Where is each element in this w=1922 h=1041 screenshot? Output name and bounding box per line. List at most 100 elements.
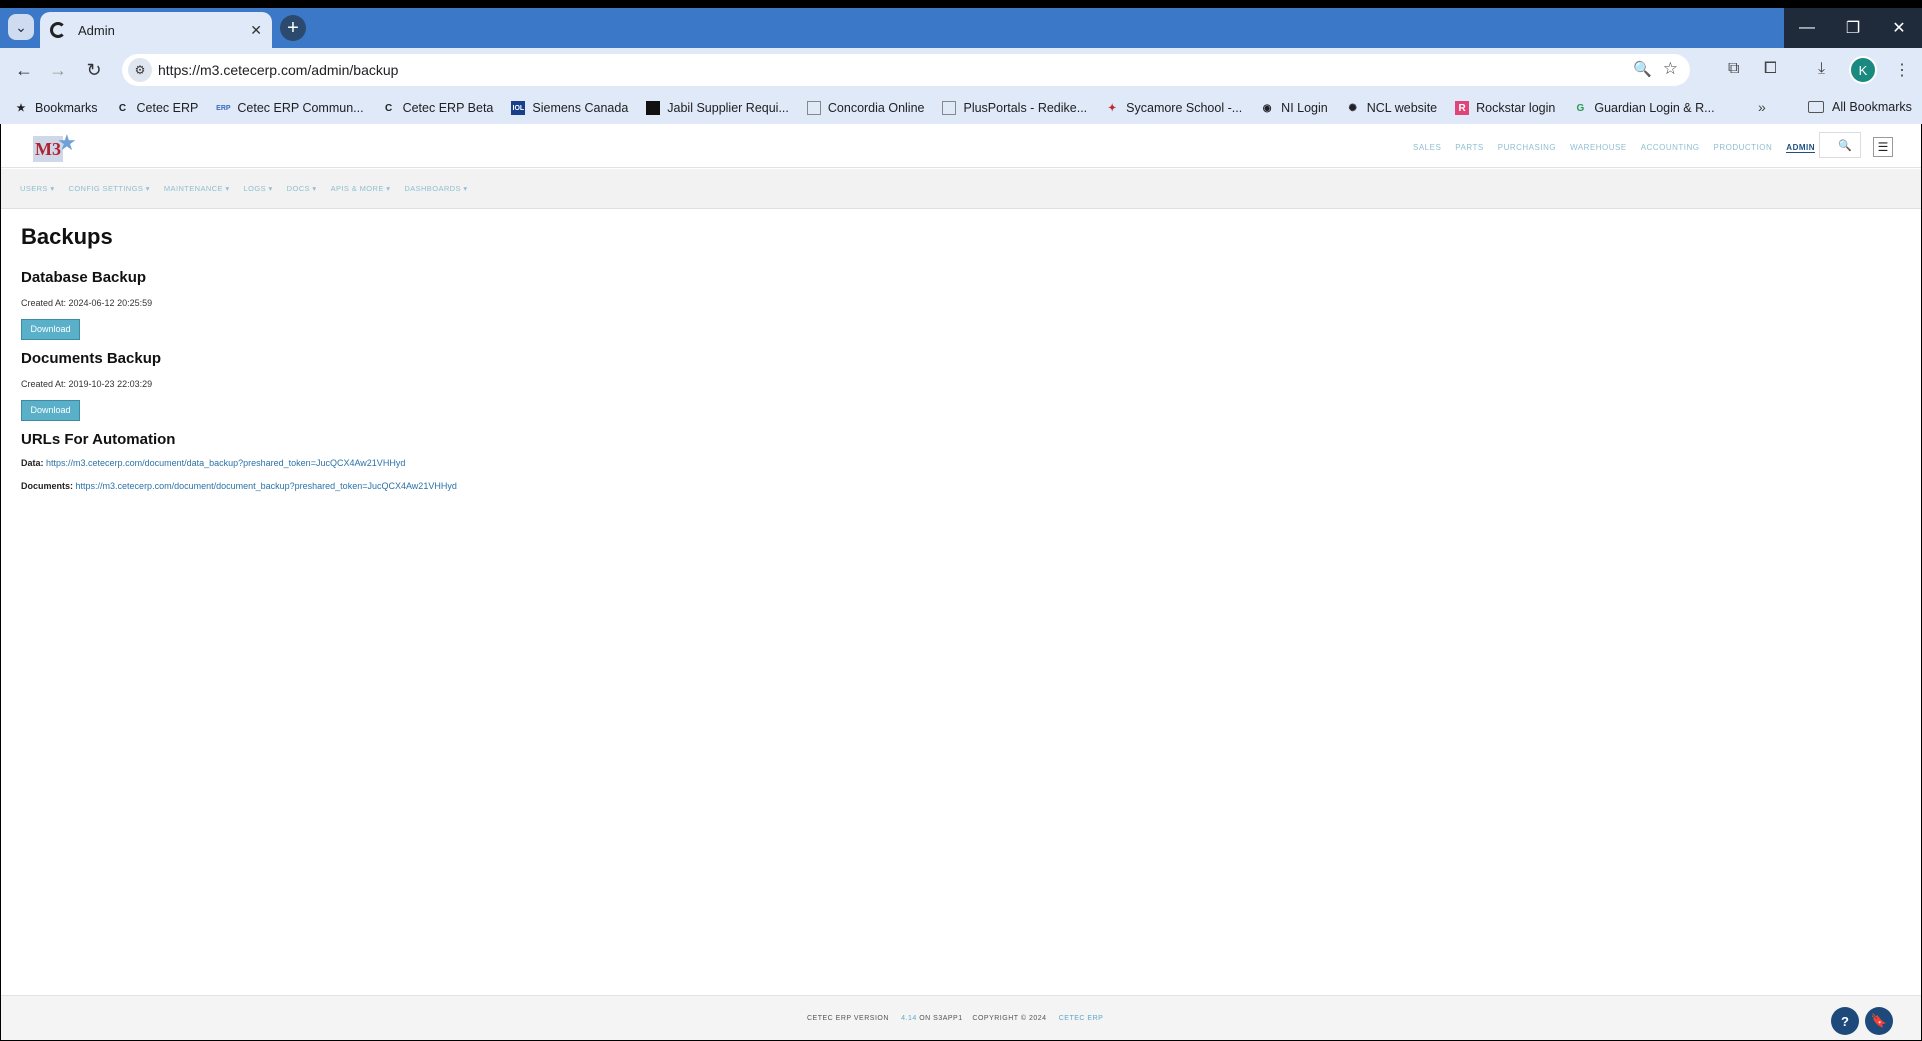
plus-icon: + xyxy=(287,17,299,39)
question-icon: ? xyxy=(1841,1013,1849,1029)
ncl-icon: ✺ xyxy=(1348,102,1357,114)
browser-tab-active[interactable]: Admin ✕ xyxy=(40,12,272,48)
database-backup-created: Created At: 2024-06-12 20:25:59 xyxy=(21,298,153,308)
subnav-docs[interactable]: DOCS ▾ xyxy=(287,184,317,193)
site-info-icon[interactable]: ⚙ xyxy=(128,58,152,82)
hamburger-menu-button[interactable]: ☰ xyxy=(1873,137,1893,157)
page-icon xyxy=(806,101,821,115)
restore-button[interactable]: ❐ xyxy=(1830,8,1876,48)
arrow-left-icon: ← xyxy=(15,59,33,80)
arrow-right-icon: → xyxy=(49,59,67,80)
forward-button[interactable]: → xyxy=(46,58,70,82)
app-header: M3 ★ SALES PARTS PURCHASING WAREHOUSE AC… xyxy=(1,124,1921,168)
cast-icon[interactable]: ⧉ xyxy=(1728,60,1739,78)
data-url-label: Data: xyxy=(21,458,44,468)
rockstar-icon: R xyxy=(1455,101,1470,115)
guardian-icon: G xyxy=(1576,102,1585,114)
chevron-down-icon: ⌄ xyxy=(15,18,27,35)
address-bar[interactable]: ⚙ https://m3.cetecerp.com/admin/backup 🔍… xyxy=(122,54,1690,86)
bookmark-button[interactable]: 🔖 xyxy=(1865,1007,1893,1035)
help-button[interactable]: ? xyxy=(1831,1007,1859,1035)
bookmark-item[interactable]: C Cetec ERP Beta xyxy=(382,101,493,115)
documents-url-link[interactable]: https://m3.cetecerp.com/document/documen… xyxy=(76,481,457,491)
nav-purchasing[interactable]: PURCHASING xyxy=(1498,143,1556,153)
nav-parts[interactable]: PARTS xyxy=(1455,143,1483,153)
copyright: COPYRIGHT © 2024 xyxy=(972,1015,1047,1022)
version-label: CETEC ERP VERSION xyxy=(807,1015,889,1022)
tab-title: Admin xyxy=(78,22,115,38)
nav-warehouse[interactable]: WAREHOUSE xyxy=(1570,143,1627,153)
kebab-menu-icon[interactable]: ⋮ xyxy=(1894,60,1910,80)
download-icon[interactable]: ⤓ xyxy=(1818,60,1825,78)
menu-icon: ☰ xyxy=(1877,140,1889,154)
company-link[interactable]: CETEC ERP xyxy=(1059,1015,1104,1022)
bookmark-item[interactable]: G Guardian Login & R... xyxy=(1573,101,1714,115)
subnav-maintenance[interactable]: MAINTENANCE ▾ xyxy=(164,184,230,193)
back-button[interactable]: ← xyxy=(12,58,36,82)
nav-sales[interactable]: SALES xyxy=(1413,143,1441,153)
star-icon[interactable]: ☆ xyxy=(1663,59,1678,79)
page-icon xyxy=(942,101,957,115)
bookmark-item[interactable]: PlusPortals - Redike... xyxy=(942,101,1087,115)
subnav-config-settings[interactable]: CONFIG SETTINGS ▾ xyxy=(69,184,150,193)
close-icon[interactable]: ✕ xyxy=(250,22,262,39)
nav-accounting[interactable]: ACCOUNTING xyxy=(1641,143,1700,153)
server-name: ON S3APP1 xyxy=(919,1015,963,1022)
profile-avatar[interactable]: K xyxy=(1849,56,1877,84)
minimize-button[interactable]: — xyxy=(1784,8,1830,48)
double-chevron-right-icon[interactable]: » xyxy=(1758,99,1766,115)
subnav-apis-more[interactable]: APIS & MORE ▾ xyxy=(331,184,391,193)
reload-button[interactable]: ↻ xyxy=(82,58,106,82)
cetec-icon: C xyxy=(384,102,393,114)
subnav-logs[interactable]: LOGS ▾ xyxy=(244,184,273,193)
data-url-link[interactable]: https://m3.cetecerp.com/document/data_ba… xyxy=(46,458,405,468)
documents-backup-created: Created At: 2019-10-23 22:03:29 xyxy=(21,379,153,389)
m3-logo[interactable]: M3 ★ xyxy=(33,130,79,164)
subnav-users[interactable]: USERS ▾ xyxy=(20,184,55,193)
bookmark-item[interactable]: IOL Siemens Canada xyxy=(511,101,628,115)
erp-icon: ERP xyxy=(216,104,231,112)
bookmarks-bar: ★ Bookmarks C Cetec ERP ERP Cetec ERP Commu… xyxy=(0,92,1922,124)
database-backup-heading: Database Backup xyxy=(21,269,147,286)
documents-download-button[interactable]: Download xyxy=(21,400,80,421)
jabil-icon xyxy=(646,101,661,115)
cetec-favicon-icon xyxy=(50,22,66,38)
bookmark-item[interactable]: ✺ NCL website xyxy=(1346,101,1438,115)
main-content: Backups Database Backup Created At: 2024… xyxy=(21,224,457,491)
bookmark-item[interactable]: C Cetec ERP xyxy=(116,101,198,115)
all-bookmarks-button[interactable]: All Bookmarks xyxy=(1808,100,1912,114)
bookmark-item[interactable]: ERP Cetec ERP Commun... xyxy=(216,101,363,115)
database-download-button[interactable]: Download xyxy=(21,319,80,340)
star-filled-icon: ★ xyxy=(16,102,26,114)
browser-titlebar: ⌄ Admin ✕ + — ❐ ✕ xyxy=(0,8,1922,48)
search-icon: 🔍 xyxy=(1838,139,1852,152)
bookmark-item[interactable]: ★ Bookmarks xyxy=(14,101,98,115)
subnav-dashboards[interactable]: DASHBOARDS ▾ xyxy=(404,184,467,193)
tab-search-button[interactable]: ⌄ xyxy=(8,14,34,40)
admin-subnav: USERS ▾ CONFIG SETTINGS ▾ MAINTENANCE ▾ … xyxy=(1,169,1921,209)
bookmark-item[interactable]: Jabil Supplier Requi... xyxy=(646,101,789,115)
nav-production[interactable]: PRODUCTION xyxy=(1714,143,1773,153)
bookmark-item[interactable]: R Rockstar login xyxy=(1455,101,1555,115)
nav-admin[interactable]: ADMIN xyxy=(1786,143,1816,153)
app-footer: CETEC ERP VERSION 4.14 ON S3APP1 COPYRIG… xyxy=(1,995,1921,1040)
star-icon: ★ xyxy=(57,130,77,155)
page-viewport: M3 ★ SALES PARTS PURCHASING WAREHOUSE AC… xyxy=(1,124,1921,1040)
top-nav: SALES PARTS PURCHASING WAREHOUSE ACCOUNT… xyxy=(1413,143,1829,153)
automation-urls-heading: URLs For Automation xyxy=(21,431,176,448)
close-window-button[interactable]: ✕ xyxy=(1876,8,1922,48)
folder-icon xyxy=(1808,101,1824,113)
bookmark-item[interactable]: Concordia Online xyxy=(806,101,924,115)
bookmark-item[interactable]: ✦ Sycamore School -... xyxy=(1105,101,1242,115)
bookmark-item[interactable]: ◉ NI Login xyxy=(1260,101,1328,115)
new-tab-button[interactable]: + xyxy=(280,15,306,41)
app-search-button[interactable]: 🔍 xyxy=(1819,132,1861,158)
maple-leaf-icon: ✦ xyxy=(1107,102,1117,114)
url-text[interactable]: https://m3.cetecerp.com/admin/backup xyxy=(158,62,398,78)
siemens-icon: IOL xyxy=(511,101,526,115)
extensions-icon[interactable]: ⧠ xyxy=(1764,60,1777,78)
bookmark-icon: 🔖 xyxy=(1870,1013,1888,1028)
documents-url-line: Documents: https://m3.cetecerp.com/docum… xyxy=(21,481,457,491)
zoom-icon[interactable]: 🔍 xyxy=(1633,60,1652,78)
footer-text: CETEC ERP VERSION 4.14 ON S3APP1 COPYRIG… xyxy=(807,1015,1103,1022)
